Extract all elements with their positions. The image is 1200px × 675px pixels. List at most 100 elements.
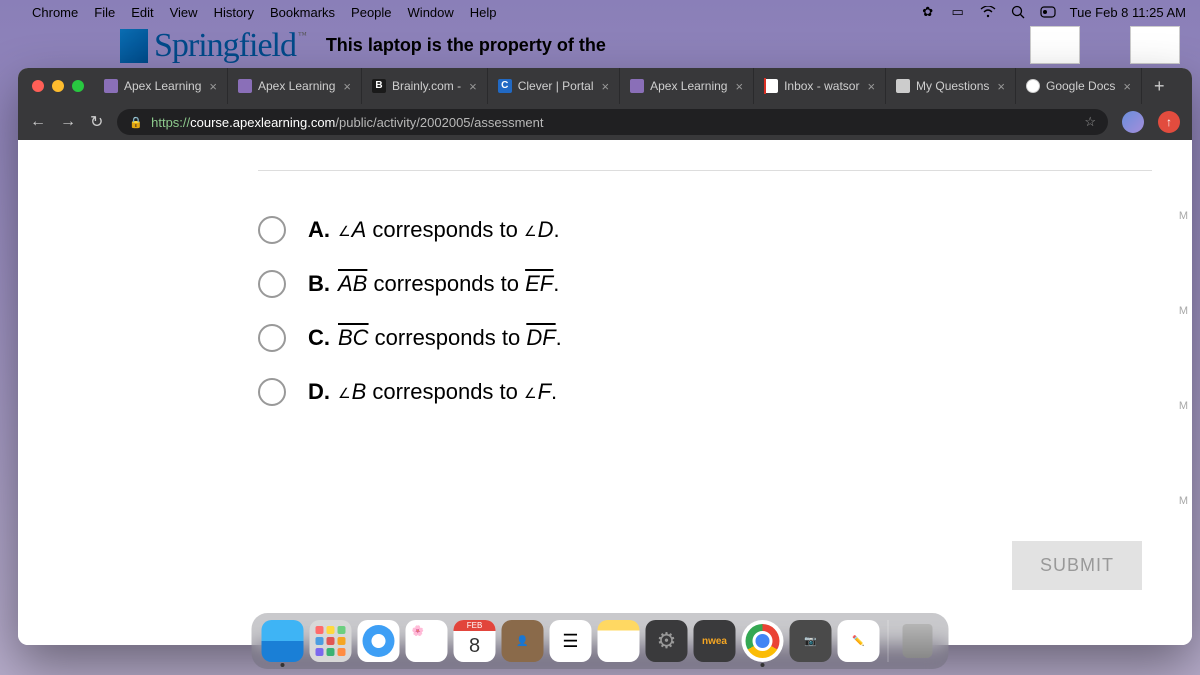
desktop-window-thumbs xyxy=(1030,26,1180,64)
menu-edit[interactable]: Edit xyxy=(131,5,153,20)
close-tab-icon[interactable]: × xyxy=(469,79,477,94)
gmail-favicon xyxy=(764,79,778,93)
close-tab-icon[interactable]: × xyxy=(1123,79,1131,94)
tab-apex-1[interactable]: Apex Learning× xyxy=(94,68,228,104)
page-content: M M M M A.∠A corresponds to ∠D. B.AB cor… xyxy=(18,140,1192,645)
generic-favicon xyxy=(896,79,910,93)
menu-window[interactable]: Window xyxy=(408,5,454,20)
reload-button[interactable]: ↻ xyxy=(90,112,103,132)
radio-button[interactable] xyxy=(258,324,286,352)
springfield-logo-text: Springfield™ xyxy=(154,27,306,65)
wifi-icon[interactable] xyxy=(980,4,996,20)
apex-favicon xyxy=(630,79,644,93)
close-tab-icon[interactable]: × xyxy=(602,79,610,94)
dock-trash[interactable] xyxy=(897,620,939,662)
lock-icon: 🔒 xyxy=(129,116,143,129)
forward-button[interactable]: → xyxy=(60,113,76,131)
menu-history[interactable]: History xyxy=(214,5,254,20)
brainly-favicon: B xyxy=(372,79,386,93)
minimize-window-button[interactable] xyxy=(52,80,64,92)
tab-apex-3[interactable]: Apex Learning× xyxy=(620,68,754,104)
option-d-text: D.∠B corresponds to ∠F. xyxy=(308,379,557,405)
clever-favicon: C xyxy=(498,79,512,93)
classroom-icon[interactable]: ✿ xyxy=(920,4,936,20)
close-tab-icon[interactable]: × xyxy=(343,79,351,94)
dock-photos[interactable]: 🌸 xyxy=(406,620,448,662)
option-a[interactable]: A.∠A corresponds to ∠D. xyxy=(258,216,1152,244)
close-tab-icon[interactable]: × xyxy=(867,79,875,94)
back-button[interactable]: ← xyxy=(30,113,46,131)
close-window-button[interactable] xyxy=(32,80,44,92)
menubar-datetime[interactable]: Tue Feb 8 11:25 AM xyxy=(1070,5,1186,20)
tab-my-questions[interactable]: My Questions× xyxy=(886,68,1016,104)
macos-menubar: Chrome File Edit View History Bookmarks … xyxy=(0,0,1200,24)
radio-button[interactable] xyxy=(258,270,286,298)
menu-help[interactable]: Help xyxy=(470,5,497,20)
close-tab-icon[interactable]: × xyxy=(735,79,743,94)
watermark: M xyxy=(1179,305,1188,317)
menu-view[interactable]: View xyxy=(170,5,198,20)
tab-clever[interactable]: CClever | Portal× xyxy=(488,68,620,104)
battery-icon[interactable]: ▭ xyxy=(950,4,966,20)
address-bar: ← → ↻ 🔒 https://course.apexlearning.com/… xyxy=(18,104,1192,140)
dock-contacts[interactable]: 👤 xyxy=(502,620,544,662)
url-text: https://course.apexlearning.com/public/a… xyxy=(151,115,543,130)
close-tab-icon[interactable]: × xyxy=(997,79,1005,94)
dock-reminders[interactable]: ☰ xyxy=(550,620,592,662)
dock-nwea[interactable]: nwea xyxy=(694,620,736,662)
dock-separator xyxy=(888,620,889,662)
google-favicon xyxy=(1026,79,1040,93)
menu-people[interactable]: People xyxy=(351,5,391,20)
bookmark-star-icon[interactable]: ☆ xyxy=(1084,114,1096,130)
extension-icon[interactable]: ↑ xyxy=(1158,111,1180,133)
answer-options: A.∠A corresponds to ∠D. B.AB corresponds… xyxy=(258,216,1152,406)
dock-photobooth[interactable]: 📷 xyxy=(790,620,832,662)
dock-calendar[interactable]: FEB 8 xyxy=(454,620,496,662)
option-d[interactable]: D.∠B corresponds to ∠F. xyxy=(258,378,1152,406)
banner-line-1: This laptop is the property of the xyxy=(326,36,606,56)
dock-safari[interactable] xyxy=(358,620,400,662)
macos-dock: 🌸 FEB 8 👤 ☰ ⚙ nwea 📷 ✏️ xyxy=(252,613,949,669)
desktop-thumb[interactable] xyxy=(1030,26,1080,64)
apex-favicon xyxy=(238,79,252,93)
menu-bookmarks[interactable]: Bookmarks xyxy=(270,5,335,20)
option-a-text: A.∠A corresponds to ∠D. xyxy=(308,217,560,243)
window-controls xyxy=(28,68,94,104)
dock-finder[interactable] xyxy=(262,620,304,662)
dock-chrome[interactable] xyxy=(742,620,784,662)
desktop-wallpaper-banner: Springfield™ This laptop is the property… xyxy=(0,24,1200,68)
control-center-icon[interactable] xyxy=(1040,4,1056,20)
tab-apex-2[interactable]: Apex Learning× xyxy=(228,68,362,104)
radio-button[interactable] xyxy=(258,216,286,244)
option-b[interactable]: B.AB corresponds to EF. xyxy=(258,270,1152,298)
watermark: M xyxy=(1179,210,1188,222)
maximize-window-button[interactable] xyxy=(72,80,84,92)
apex-favicon xyxy=(104,79,118,93)
tab-bar: Apex Learning× Apex Learning× BBrainly.c… xyxy=(18,68,1192,104)
app-name[interactable]: Chrome xyxy=(32,5,78,20)
option-c-text: C.BC corresponds to DF. xyxy=(308,325,562,351)
option-c[interactable]: C.BC corresponds to DF. xyxy=(258,324,1152,352)
chrome-window: Apex Learning× Apex Learning× BBrainly.c… xyxy=(18,68,1192,645)
dock-textedit[interactable]: ✏️ xyxy=(838,620,880,662)
desktop-thumb[interactable] xyxy=(1130,26,1180,64)
submit-button[interactable]: SUBMIT xyxy=(1012,541,1142,590)
tab-google-docs[interactable]: Google Docs× xyxy=(1016,68,1142,104)
search-icon[interactable] xyxy=(1010,4,1026,20)
radio-button[interactable] xyxy=(258,378,286,406)
menu-file[interactable]: File xyxy=(94,5,115,20)
watermark: M xyxy=(1179,400,1188,412)
watermark: M xyxy=(1179,495,1188,507)
dock-notes[interactable] xyxy=(598,620,640,662)
profile-avatar[interactable] xyxy=(1122,111,1144,133)
tab-gmail[interactable]: Inbox - watsor× xyxy=(754,68,886,104)
close-tab-icon[interactable]: × xyxy=(209,79,217,94)
option-b-text: B.AB corresponds to EF. xyxy=(308,271,559,297)
url-input[interactable]: 🔒 https://course.apexlearning.com/public… xyxy=(117,109,1108,135)
dock-settings[interactable]: ⚙ xyxy=(646,620,688,662)
tab-brainly[interactable]: BBrainly.com - × xyxy=(362,68,488,104)
calendar-day: 8 xyxy=(469,631,480,662)
springfield-logo-mark xyxy=(120,29,148,63)
dock-launchpad[interactable] xyxy=(310,620,352,662)
new-tab-button[interactable]: + xyxy=(1142,68,1177,104)
